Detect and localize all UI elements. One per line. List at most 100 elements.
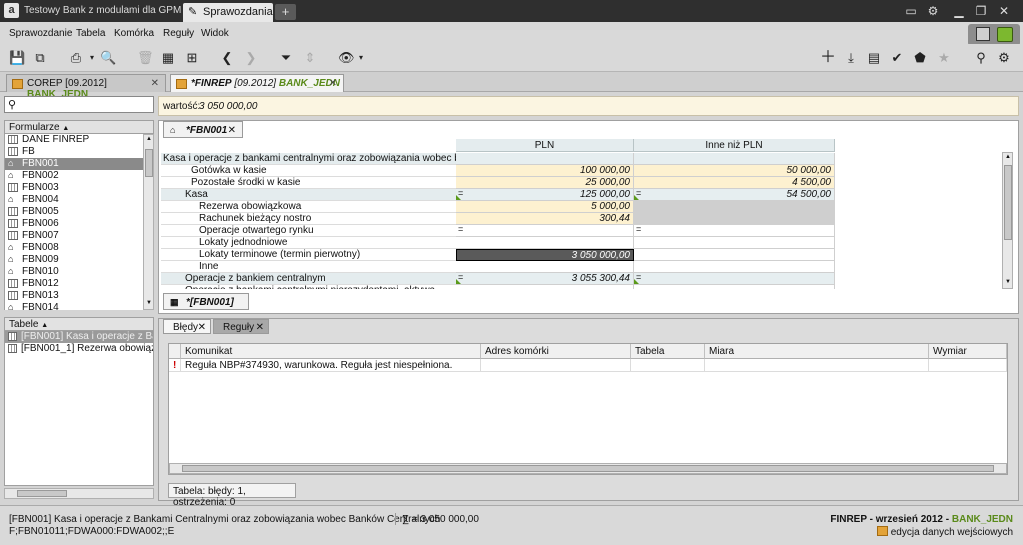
scroll-up-icon[interactable]: ▲ [1004,154,1012,162]
print-dropdown-icon[interactable]: ▾ [84,50,100,66]
menu-sprawozdanie[interactable]: Sprawozdanie [9,28,72,39]
close-window-button[interactable]: ✕ [995,3,1013,19]
errors-hscrollbar[interactable] [169,463,1007,474]
scroll-thumb[interactable] [17,490,67,497]
col-header-pln[interactable]: PLN [456,139,634,152]
gear-icon[interactable]: ⚙ [924,3,942,19]
grid-cell[interactable] [634,213,835,225]
save-icon[interactable]: 💾 [9,50,25,66]
tab-bledy[interactable]: Błędy ✕ [163,319,211,334]
close-tab-icon[interactable]: ✕ [198,322,206,333]
form-item[interactable]: FBN007 [5,230,143,242]
download-icon[interactable]: ⤓ [843,50,859,66]
check-icon[interactable]: ✔ [889,50,905,66]
grid-cell[interactable] [456,237,634,249]
save-all-icon[interactable]: ⧉ [32,50,48,66]
note-view-icon[interactable] [997,27,1013,42]
grid-cell[interactable] [634,237,835,249]
form-item[interactable]: ⌂ FBN004 [5,194,143,206]
restore-button[interactable]: ❐ [972,3,990,19]
grid-cell[interactable] [456,261,634,273]
settings-doc-icon[interactable]: ⚙ [996,50,1012,66]
grid-cell[interactable]: 5 000,00 [456,201,634,213]
value-field[interactable]: 3 050 000,00 [199,101,257,112]
structure-icon[interactable]: ⚲ [973,50,989,66]
col-miara[interactable]: Miara [705,344,929,359]
table-item[interactable]: [FBN001_1] Rezerwa obowiązkowa [5,343,153,355]
sheet-tab-bottom[interactable]: ▦ *[FBN001] [163,293,249,310]
grid-cell[interactable] [634,285,835,289]
scroll-down-icon[interactable]: ▼ [1004,279,1012,287]
tables-header[interactable]: Tabele ▲ [4,317,154,331]
form-item[interactable]: ⌂ FBN008 [5,242,143,254]
search-input[interactable]: ⚲ [4,96,154,113]
tab-reguly[interactable]: Reguły ✕ [213,319,269,334]
form-item[interactable]: ⌂ FBN014 [5,302,143,310]
filter-icon[interactable]: ⏷ [278,50,294,66]
form-item[interactable]: FB [5,146,143,158]
scroll-thumb[interactable] [182,465,994,472]
grid-cell[interactable]: 100 000,00 [456,165,634,177]
list-view-icon[interactable] [976,27,990,41]
form-item[interactable]: FBN006 [5,218,143,230]
grid-cell[interactable]: 25 000,00 [456,177,634,189]
add-icon[interactable]: ＋ [820,50,836,66]
close-tab-icon[interactable]: ✕ [329,78,337,89]
scroll-up-icon[interactable]: ▲ [145,136,153,144]
grid-cell[interactable]: = [634,272,835,285]
grid-cell[interactable] [456,285,634,289]
grid-cell[interactable]: = 125 000,00 [456,188,634,201]
form-item[interactable]: ⌂ FBN002 [5,170,143,182]
col-wymiar[interactable]: Wymiar [929,344,1007,359]
tab-sprawozdania[interactable]: ✎ Sprawozdania [183,3,273,22]
close-tab-icon[interactable]: ✕ [228,125,236,136]
menu-komorka[interactable]: Komórka [114,28,154,39]
grid-cell[interactable] [634,249,835,261]
scroll-down-icon[interactable]: ▼ [145,300,153,308]
grid-cell[interactable]: 300,44 [456,213,634,225]
minimize-button[interactable]: ▁ [950,3,968,19]
sheet-tab-top[interactable]: ⌂ *FBN001 ✕ [163,121,243,138]
grid-cell[interactable] [634,201,835,213]
form-item[interactable]: ⌂ FBN001 [5,158,143,170]
form-item[interactable]: FBN003 [5,182,143,194]
form-item[interactable]: DANE FINREP [5,134,143,146]
grid-vscrollbar[interactable]: ▲ ▼ [1002,152,1013,289]
view-toggle[interactable] [968,24,1020,46]
forms-scrollbar[interactable]: ▲ ▼ [143,134,154,310]
col-adres[interactable]: Adres komórki [481,344,631,359]
grid-cell[interactable]: 4 500,00 [634,177,835,189]
form-item[interactable]: ⌂ FBN009 [5,254,143,266]
columns-icon[interactable]: ▦ [160,50,176,66]
menu-tabela[interactable]: Tabela [76,28,105,39]
grid-cell[interactable]: = 54 500,00 [634,188,835,201]
form-item[interactable]: FBN012 [5,278,143,290]
form-item[interactable]: FBN005 [5,206,143,218]
form-item[interactable]: FBN013 [5,290,143,302]
table-icon[interactable]: ⊞ [184,50,200,66]
grid-cell[interactable]: = 3 055 300,44 [456,272,634,285]
scroll-thumb[interactable] [145,149,153,177]
table-item[interactable]: [FBN001] Kasa i operacje z Bankam [5,331,153,343]
menu-reguly[interactable]: Reguły [163,28,194,39]
calculator-icon[interactable]: ▤ [866,50,882,66]
doc-tab-corep[interactable]: COREP [09.2012] BANK_JEDN ✕ [6,74,166,100]
keyboard-icon[interactable]: ▭ [902,3,920,19]
grid-cell[interactable]: = [456,224,634,237]
grid-cell[interactable]: 3 050 000,00 [456,249,634,261]
back-icon[interactable]: ❮ [219,50,235,66]
close-tab-icon[interactable]: ✕ [151,78,159,89]
find-dropdown-icon[interactable]: ▾ [353,50,369,66]
scroll-thumb[interactable] [1004,165,1012,240]
print-preview-icon[interactable]: 🔍 [100,50,116,66]
print-icon[interactable]: ⎙ [68,50,84,66]
grid-cell[interactable] [634,153,835,165]
grid-cell[interactable] [456,153,634,165]
doc-tab-finrep[interactable]: *FINREP [09.2012] BANK_JEDN ✕ [170,74,344,92]
grid-cell[interactable] [634,261,835,273]
tables-hscrollbar[interactable] [4,488,154,499]
close-tab-icon[interactable]: ✕ [256,322,264,333]
grid-cell[interactable]: 50 000,00 [634,165,835,177]
col-komunikat[interactable]: Komunikat [181,344,481,359]
col-tabela[interactable]: Tabela [631,344,705,359]
